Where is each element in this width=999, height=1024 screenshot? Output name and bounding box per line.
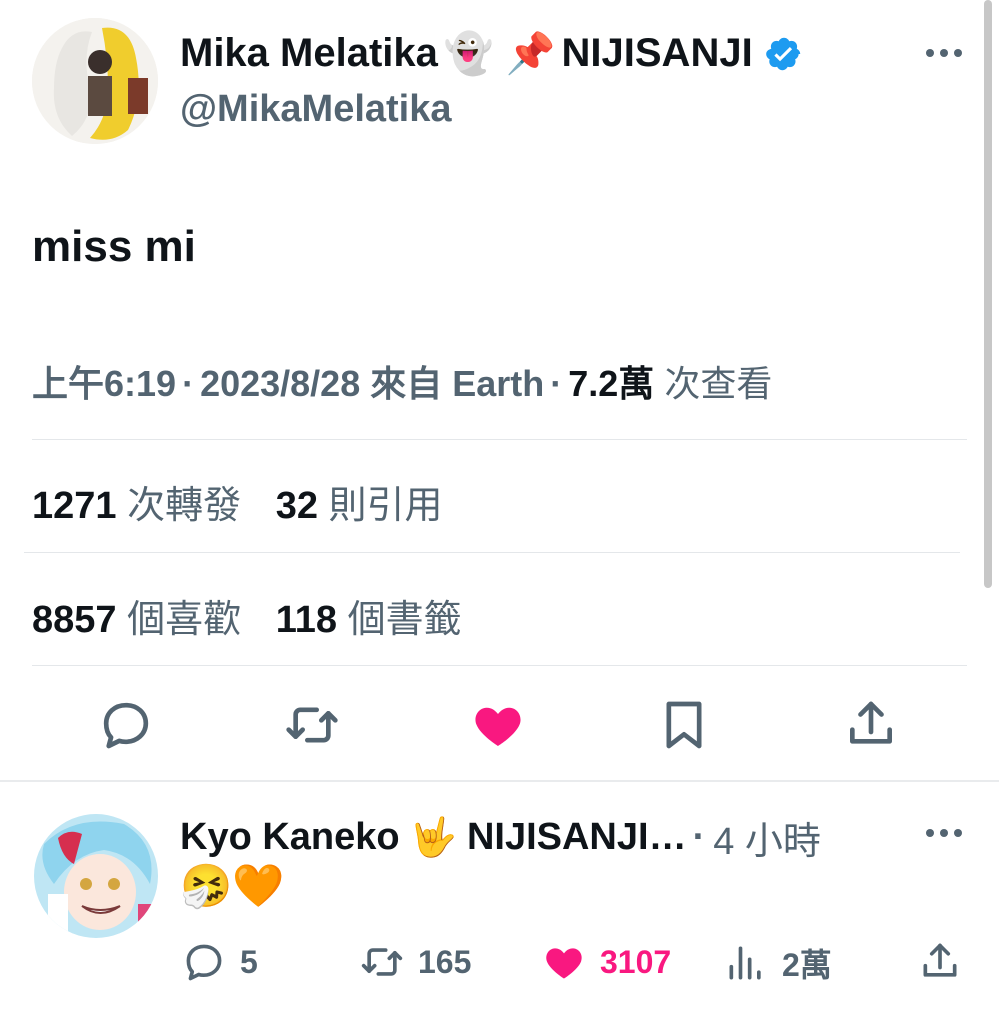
reply-reply-button[interactable]: 5 (182, 940, 258, 984)
reply-replies-count: 5 (240, 943, 258, 980)
ghost-emoji: 👻 (443, 32, 494, 76)
reply-text: 🤧🧡 (180, 862, 285, 909)
section-separator (0, 780, 999, 782)
reply-icon (186, 944, 222, 981)
org-name: NIJISANJI (561, 31, 753, 75)
reply-likes-count: 3107 (600, 943, 672, 980)
bookmark-icon[interactable] (656, 697, 712, 753)
reply-time[interactable]: 4 小時 (713, 810, 821, 865)
reply-avatar[interactable] (34, 814, 158, 938)
reply-retweets-count: 165 (418, 943, 472, 980)
retweet-icon[interactable] (284, 697, 340, 753)
views-label: 次查看 (664, 363, 773, 404)
display-name[interactable]: Mika Melatika 👻 📌 NIJISANJI (180, 30, 803, 77)
reply-name-emoji: 🤟 (409, 816, 457, 859)
pushpin-emoji: 📌 (505, 32, 556, 76)
like-icon[interactable] (470, 697, 526, 753)
avatar[interactable] (32, 18, 158, 144)
reply-share-button[interactable] (918, 940, 976, 984)
retweet-quote-stats: 1271 次轉發 32 則引用 (32, 474, 467, 529)
verified-icon (765, 35, 803, 73)
tweet-source: 來自 Earth (370, 363, 545, 404)
like-icon (546, 948, 582, 979)
like-count[interactable]: 8857 (32, 599, 117, 641)
quote-count[interactable]: 32 (276, 485, 318, 527)
divider (32, 665, 967, 666)
tweet-time[interactable]: 上午6:19 (32, 363, 176, 404)
views-count: 7.2萬 (568, 363, 655, 404)
tweet-meta: 上午6:19 · 2023/8/28 來自 Earth · 7.2萬 次查看 (32, 363, 773, 404)
like-label[interactable]: 個喜歡 (127, 599, 241, 641)
reply-retweet-button[interactable]: 165 (360, 940, 471, 984)
more-icon[interactable] (924, 46, 964, 58)
retweet-label[interactable]: 次轉發 (127, 485, 241, 527)
reply-like-button[interactable]: 3107 (542, 940, 671, 984)
divider (32, 439, 967, 440)
reply-views-button[interactable]: 2萬 (724, 940, 832, 986)
retweet-icon (361, 948, 403, 976)
handle[interactable]: @MikaMelatika (180, 88, 452, 131)
more-icon[interactable] (924, 826, 964, 838)
reply-icon[interactable] (98, 697, 154, 753)
display-name-text: Mika Melatika (180, 31, 438, 75)
bookmark-label[interactable]: 個書籤 (348, 599, 462, 641)
share-icon[interactable] (843, 697, 899, 753)
reply-display-name[interactable]: Kyo Kaneko (180, 816, 400, 859)
reply-views-count: 2萬 (782, 947, 832, 983)
bookmark-count[interactable]: 118 (276, 599, 337, 641)
retweet-count[interactable]: 1271 (32, 485, 117, 527)
quote-label[interactable]: 則引用 (329, 485, 443, 527)
reply-header: Kyo Kaneko 🤟 NIJISANJI… · 4 小時 (180, 810, 821, 865)
share-icon (923, 943, 957, 977)
tweet-date[interactable]: 2023/8/28 (200, 363, 360, 404)
tweet-text: miss mi (32, 222, 196, 271)
reply-org[interactable]: NIJISANJI… (467, 816, 687, 859)
divider (24, 552, 960, 553)
like-bookmark-stats: 8857 個喜歡 118 個書籤 (32, 588, 486, 643)
scrollbar[interactable] (984, 0, 992, 588)
views-icon (729, 946, 761, 980)
